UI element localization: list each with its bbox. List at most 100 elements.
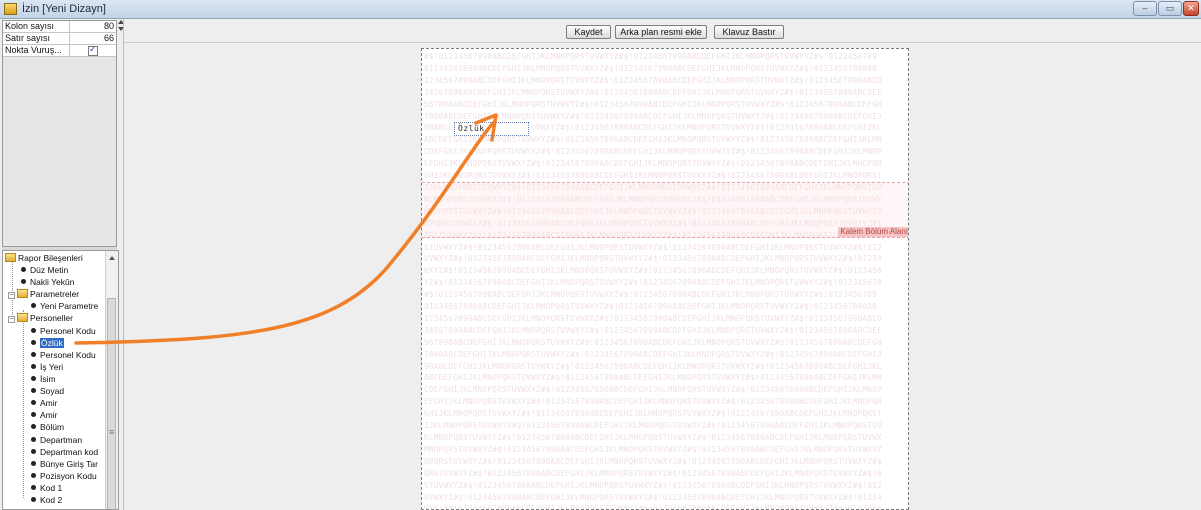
close-button[interactable]: ✕ xyxy=(1183,1,1199,16)
print-guide-button[interactable]: Klavuz Bastır xyxy=(714,25,784,39)
property-row-column-count[interactable]: Kolon sayısı 80 xyxy=(3,21,116,33)
property-grid: Kolon sayısı 80 Satır sayısı 66 Nokta Vu… xyxy=(2,20,117,247)
designer-area: Kaydet Arka plan resmi ekle Klavuz Bastı… xyxy=(123,19,1201,510)
background-grid-line: STUVWXYZ#$!01234567890ABCDEFGHIJKLMNOPQR… xyxy=(424,242,882,252)
tree-root[interactable]: Rapor Bileşenleri xyxy=(5,252,83,264)
title-bar: İzin [Yeni Dizayn] – ▭ ✕ xyxy=(0,0,1201,19)
background-grid-line: 01234567890ABCDEFGHIJKLMNOPQRSTUVWXYZ#$!… xyxy=(424,63,878,73)
background-grid-line: ABCDEFGHIJKLMNOPQRSTUVWXYZ#$!01234567890… xyxy=(424,373,882,383)
tree-item-code-1[interactable]: Kod 1 xyxy=(31,482,62,494)
tree-item-section[interactable]: Bölüm xyxy=(31,421,64,433)
background-grid-line: 34567890ABCDEFGHIJKLMNOPQRSTUVWXYZ#$!012… xyxy=(424,87,882,97)
tree-item-surname[interactable]: Soyad xyxy=(31,385,64,397)
property-row-dot-matrix[interactable]: Nokta Vuruş... xyxy=(3,44,116,57)
maximize-button[interactable]: ▭ xyxy=(1158,1,1182,16)
tree-label-selected: Özlük xyxy=(40,338,64,348)
property-name: Satır sayısı xyxy=(3,33,70,44)
leaf-icon xyxy=(31,364,36,369)
leaf-icon xyxy=(31,340,36,345)
tree-item-department[interactable]: Departman xyxy=(31,434,82,446)
tree-label: Personeller xyxy=(30,313,73,323)
background-grid-line: IJKLMNOPQRSTUVWXYZ#$!01234567890ABCDEFGH… xyxy=(424,421,882,431)
background-grid-line: OPQRSTUVWXYZ#$!01234567890ABCDEFGHIJKLMN… xyxy=(424,456,882,466)
background-grid-line: CDEFGHIJKLMNOPQRSTUVWXYZ#$!01234567890AB… xyxy=(424,147,882,157)
tree-label: Kod 1 xyxy=(40,483,63,493)
tree-label: Personel Kodu xyxy=(40,350,96,360)
tree-item-workplace[interactable]: İş Yeri xyxy=(31,361,63,373)
tree-folder-personnel[interactable]: − Personeller xyxy=(8,312,73,324)
background-grid-line: 567890ABCDEFGHIJKLMNOPQRSTUVWXYZ#$!01234… xyxy=(424,99,882,109)
add-background-button[interactable]: Arka plan resmi ekle xyxy=(615,25,707,39)
background-grid-line: 567890ABCDEFGHIJKLMNOPQRSTUVWXYZ#$!01234… xyxy=(424,337,882,347)
folder-icon xyxy=(17,289,28,298)
tree-item-selected[interactable]: Özlük xyxy=(31,337,64,349)
background-grid-line: UVWXYZ#$!01234567890ABCDEFGHIJKLMNOPQRST… xyxy=(424,492,882,502)
tree-label: Pozisyon Kodu xyxy=(40,471,97,481)
tree-item-manager-2[interactable]: Amir xyxy=(31,409,57,421)
tree-item-personnel-code[interactable]: Personel Kodu xyxy=(31,325,96,337)
property-value[interactable] xyxy=(70,44,116,56)
design-page[interactable]: #$!01234567890ABCDEFGHIJKLMNOPQRSTUVWXYZ… xyxy=(421,48,909,510)
background-grid-line: ABCDEFGHIJKLMNOPQRSTUVWXYZ#$!01234567890… xyxy=(424,135,882,145)
maximize-icon: ▭ xyxy=(1165,3,1175,13)
save-button[interactable]: Kaydet xyxy=(566,25,611,39)
component-tree: Rapor Bileşenleri Düz Metin Nakli Yekûn … xyxy=(2,250,119,510)
leaf-icon xyxy=(21,267,26,272)
minimize-icon: – xyxy=(1142,3,1148,13)
tree-item-code-2[interactable]: Kod 2 xyxy=(31,494,62,506)
leaf-icon xyxy=(31,437,36,442)
scroll-up-icon[interactable] xyxy=(109,256,115,260)
tree-folder-parameters[interactable]: − Parametreler xyxy=(8,288,79,300)
tree-item-new-parameter[interactable]: Yeni Parametre xyxy=(31,300,98,312)
tree-label: Parametreler xyxy=(30,289,80,299)
property-row-row-count[interactable]: Satır sayısı 66 xyxy=(3,33,116,45)
background-grid-line: MNOPQRSTUVWXYZ#$!01234567890ABCDEFGHIJKL… xyxy=(424,444,882,454)
tree-item-plain-text[interactable]: Düz Metin xyxy=(21,264,68,276)
close-icon: ✕ xyxy=(1187,3,1195,13)
leaf-icon xyxy=(31,473,36,478)
tree-scrollbar[interactable] xyxy=(105,251,118,509)
item-section-band[interactable]: Kalem Bölüm Alanı xyxy=(422,182,908,238)
tree-guide-line xyxy=(23,310,24,498)
toolbar-separator xyxy=(124,42,1201,43)
tree-label: Departman xyxy=(40,435,83,445)
folder-icon xyxy=(17,313,28,322)
tree-item-manager-1[interactable]: Amir xyxy=(31,397,57,409)
tree-item-department-code[interactable]: Departman kod xyxy=(31,446,98,458)
background-grid-line: CDEFGHIJKLMNOPQRSTUVWXYZ#$!01234567890AB… xyxy=(424,385,882,395)
tree-label: Yeni Parametre xyxy=(40,301,99,311)
background-grid-line: 01234567890ABCDEFGHIJKLMNOPQRSTUVWXYZ#$!… xyxy=(424,302,878,312)
tree-label: Rapor Bileşenleri xyxy=(18,253,83,263)
property-value[interactable]: 80 xyxy=(70,21,116,32)
window-title: İzin [Yeni Dizayn] xyxy=(22,3,106,15)
tree-label: Departman kod xyxy=(40,447,99,457)
background-grid-line: 1234567890ABCDEFGHIJKLMNOPQRSTUVWXYZ#$!0… xyxy=(424,313,882,323)
property-value[interactable]: 66 xyxy=(70,33,116,44)
background-grid-line: UVWXYZ#$!01234567890ABCDEFGHIJKLMNOPQRST… xyxy=(424,254,882,264)
tree-label: İş Yeri xyxy=(40,362,64,372)
tree-item-first-name[interactable]: İsim xyxy=(31,373,56,385)
tree-item-personnel-code-2[interactable]: Personel Kodu xyxy=(31,349,96,361)
leaf-icon xyxy=(31,376,36,381)
leaf-icon xyxy=(31,412,36,417)
minimize-button[interactable]: – xyxy=(1133,1,1157,16)
tree-label: Kod 2 xyxy=(40,495,63,505)
tree-label: Amir xyxy=(40,398,58,408)
collapse-toggle-icon[interactable]: − xyxy=(8,292,15,299)
dot-matrix-checkbox[interactable] xyxy=(88,44,98,56)
background-grid-line: #$!01234567890ABCDEFGHIJKLMNOPQRSTUVWXYZ… xyxy=(424,290,878,300)
app-folder-icon xyxy=(4,3,17,15)
scroll-thumb[interactable] xyxy=(107,298,116,509)
leaf-icon xyxy=(31,400,36,405)
leaf-icon xyxy=(31,461,36,466)
tree-item-position-code[interactable]: Pozisyon Kodu xyxy=(31,470,97,482)
background-grid-line: WXYZ#$!01234567890ABCDEFGHIJKLMNOPQRSTUV… xyxy=(424,266,882,276)
collapse-toggle-icon[interactable]: − xyxy=(8,316,15,323)
folder-icon xyxy=(5,253,16,262)
tree-item-entry-date[interactable]: Bünye Giriş Tar xyxy=(31,458,98,470)
placed-field[interactable]: Özlük xyxy=(454,122,529,136)
tree-label: Amir xyxy=(40,410,58,420)
tree-item-carried-total[interactable]: Nakli Yekûn xyxy=(21,276,74,288)
leaf-icon xyxy=(31,328,36,333)
tree-label: Bünye Giriş Tar xyxy=(40,459,98,469)
